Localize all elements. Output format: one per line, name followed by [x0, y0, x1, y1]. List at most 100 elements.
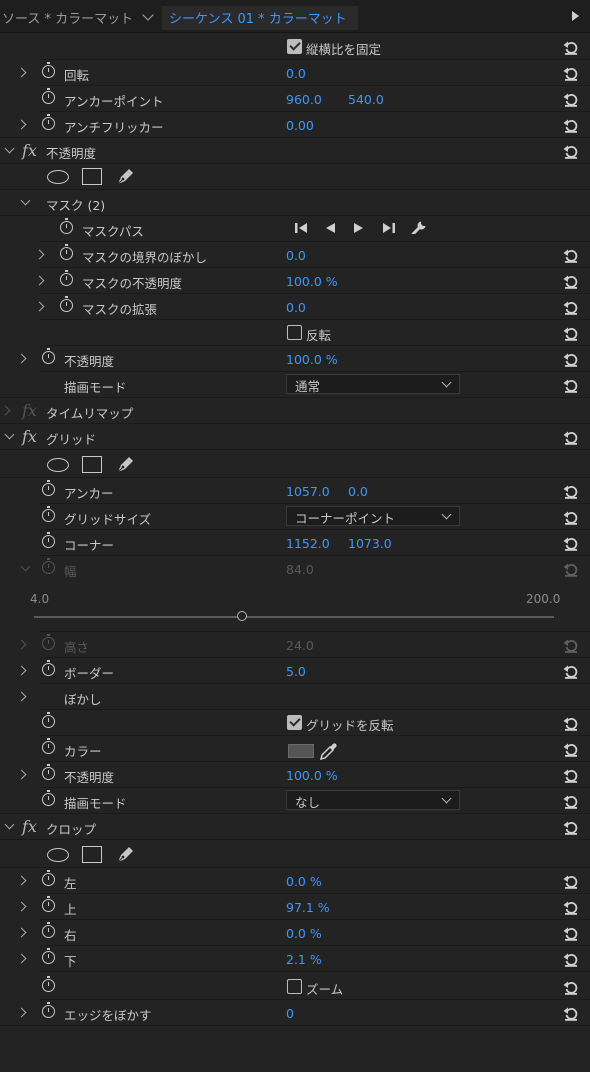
stopwatch-icon[interactable] — [60, 244, 73, 260]
stopwatch-icon[interactable] — [42, 712, 55, 728]
sequence-tab[interactable]: シーケンス 01 * カラーマット — [162, 6, 358, 30]
reset-icon[interactable] — [562, 376, 580, 394]
reset-icon[interactable] — [562, 350, 580, 368]
corner-y-value[interactable]: 1073.0 — [348, 536, 392, 551]
track-forward-one-icon[interactable] — [353, 221, 365, 235]
reset-icon[interactable] — [562, 246, 580, 264]
chevron-right-icon[interactable] — [16, 953, 27, 964]
reset-icon[interactable] — [562, 142, 580, 160]
reset-icon[interactable] — [562, 766, 580, 784]
ellipse-mask-icon[interactable] — [47, 848, 69, 862]
track-forward-icon[interactable] — [382, 221, 396, 235]
reset-icon[interactable] — [562, 714, 580, 732]
stopwatch-icon[interactable] — [42, 88, 55, 104]
chevron-right-icon[interactable] — [16, 119, 27, 130]
lock-aspect-checkbox[interactable] — [287, 39, 302, 54]
chevron-right-icon[interactable] — [16, 901, 27, 912]
fx-icon[interactable]: fx — [22, 817, 37, 836]
ellipse-mask-icon[interactable] — [47, 170, 69, 184]
reset-icon[interactable] — [562, 978, 580, 996]
chevron-right-icon[interactable] — [16, 67, 27, 78]
grid-anchor-x-value[interactable]: 1057.0 — [286, 484, 330, 499]
chevron-right-icon[interactable] — [16, 665, 27, 676]
chevron-right-icon[interactable] — [34, 249, 45, 260]
reset-icon[interactable] — [562, 428, 580, 446]
reset-icon[interactable] — [562, 898, 580, 916]
anchor-x-value[interactable]: 960.0 — [286, 92, 322, 107]
border-value[interactable]: 5.0 — [286, 664, 306, 679]
stopwatch-icon[interactable] — [42, 660, 55, 676]
reset-icon[interactable] — [562, 792, 580, 810]
chevron-right-icon[interactable] — [16, 691, 27, 702]
grid-blend-mode-dropdown[interactable]: なし — [286, 790, 460, 810]
color-swatch[interactable] — [288, 744, 314, 758]
opacity-value[interactable]: 100.0 % — [286, 352, 338, 367]
reset-icon[interactable] — [562, 534, 580, 552]
reset-icon[interactable] — [562, 818, 580, 836]
reset-icon[interactable] — [562, 324, 580, 342]
reset-icon[interactable] — [562, 1004, 580, 1022]
reset-icon[interactable] — [562, 64, 580, 82]
source-tab[interactable]: ソース * カラーマット — [2, 8, 133, 27]
stopwatch-icon[interactable] — [42, 348, 55, 364]
chevron-right-icon[interactable] — [34, 301, 45, 312]
reset-icon[interactable] — [562, 950, 580, 968]
zoom-checkbox[interactable] — [287, 979, 302, 994]
stopwatch-icon[interactable] — [42, 532, 55, 548]
track-back-one-icon[interactable] — [324, 221, 336, 235]
reset-icon[interactable] — [562, 482, 580, 500]
reset-icon[interactable] — [562, 272, 580, 290]
stopwatch-icon[interactable] — [42, 62, 55, 78]
chevron-right-icon[interactable] — [16, 769, 27, 780]
stopwatch-icon[interactable] — [42, 948, 55, 964]
fx-icon[interactable]: fx — [22, 141, 37, 160]
reset-icon[interactable] — [562, 662, 580, 680]
reset-icon[interactable] — [562, 116, 580, 134]
time-remap-header[interactable]: fx タイムリマップ — [0, 398, 590, 424]
reset-icon[interactable] — [562, 924, 580, 942]
eyedropper-icon[interactable] — [318, 740, 340, 762]
reset-icon[interactable] — [562, 740, 580, 758]
mask-feather-value[interactable]: 0.0 — [286, 248, 306, 263]
mask-opacity-value[interactable]: 100.0 % — [286, 274, 338, 289]
reset-icon[interactable] — [562, 90, 580, 108]
anchor-y-value[interactable]: 540.0 — [348, 92, 384, 107]
grid-opacity-value[interactable]: 100.0 % — [286, 768, 338, 783]
stopwatch-icon[interactable] — [42, 480, 55, 496]
chevron-down-icon[interactable] — [142, 9, 154, 21]
wrench-icon[interactable] — [411, 220, 427, 234]
stopwatch-icon[interactable] — [60, 296, 73, 312]
track-backward-icon[interactable] — [294, 221, 308, 235]
chevron-right-icon[interactable] — [16, 353, 27, 364]
blend-mode-dropdown[interactable]: 通常 — [286, 374, 460, 394]
chevron-right-icon[interactable] — [16, 927, 27, 938]
stopwatch-icon[interactable] — [42, 1002, 55, 1018]
edge-feather-value[interactable]: 0 — [286, 1006, 294, 1021]
crop-right-value[interactable]: 0.0 % — [286, 926, 322, 941]
stopwatch-icon[interactable] — [42, 114, 55, 130]
stopwatch-icon[interactable] — [42, 896, 55, 912]
chevron-down-icon[interactable] — [4, 143, 15, 154]
feather-group-row[interactable]: ぼかし — [0, 684, 590, 710]
pen-mask-icon[interactable] — [114, 166, 136, 188]
grid-effect-header[interactable]: fx グリッド — [0, 424, 590, 450]
pen-mask-icon[interactable] — [114, 844, 136, 866]
chevron-right-icon[interactable] — [16, 875, 27, 886]
chevron-right-icon[interactable] — [34, 275, 45, 286]
reset-icon[interactable] — [562, 38, 580, 56]
invert-grid-checkbox[interactable] — [287, 715, 302, 730]
chevron-down-icon[interactable] — [4, 429, 15, 440]
grid-anchor-y-value[interactable]: 0.0 — [348, 484, 368, 499]
reset-icon[interactable] — [562, 298, 580, 316]
mask-expansion-value[interactable]: 0.0 — [286, 300, 306, 315]
crop-bottom-value[interactable]: 2.1 % — [286, 952, 322, 967]
play-icon[interactable] — [572, 11, 579, 21]
crop-left-value[interactable]: 0.0 % — [286, 874, 322, 889]
rectangle-mask-icon[interactable] — [82, 456, 102, 473]
fx-icon[interactable]: fx — [22, 427, 37, 446]
stopwatch-icon[interactable] — [42, 764, 55, 780]
grid-size-dropdown[interactable]: コーナーポイント — [286, 506, 460, 526]
mask-group-row[interactable]: マスク (2) — [0, 190, 590, 216]
anti-flicker-value[interactable]: 0.00 — [286, 118, 314, 133]
chevron-right-icon[interactable] — [16, 639, 27, 650]
